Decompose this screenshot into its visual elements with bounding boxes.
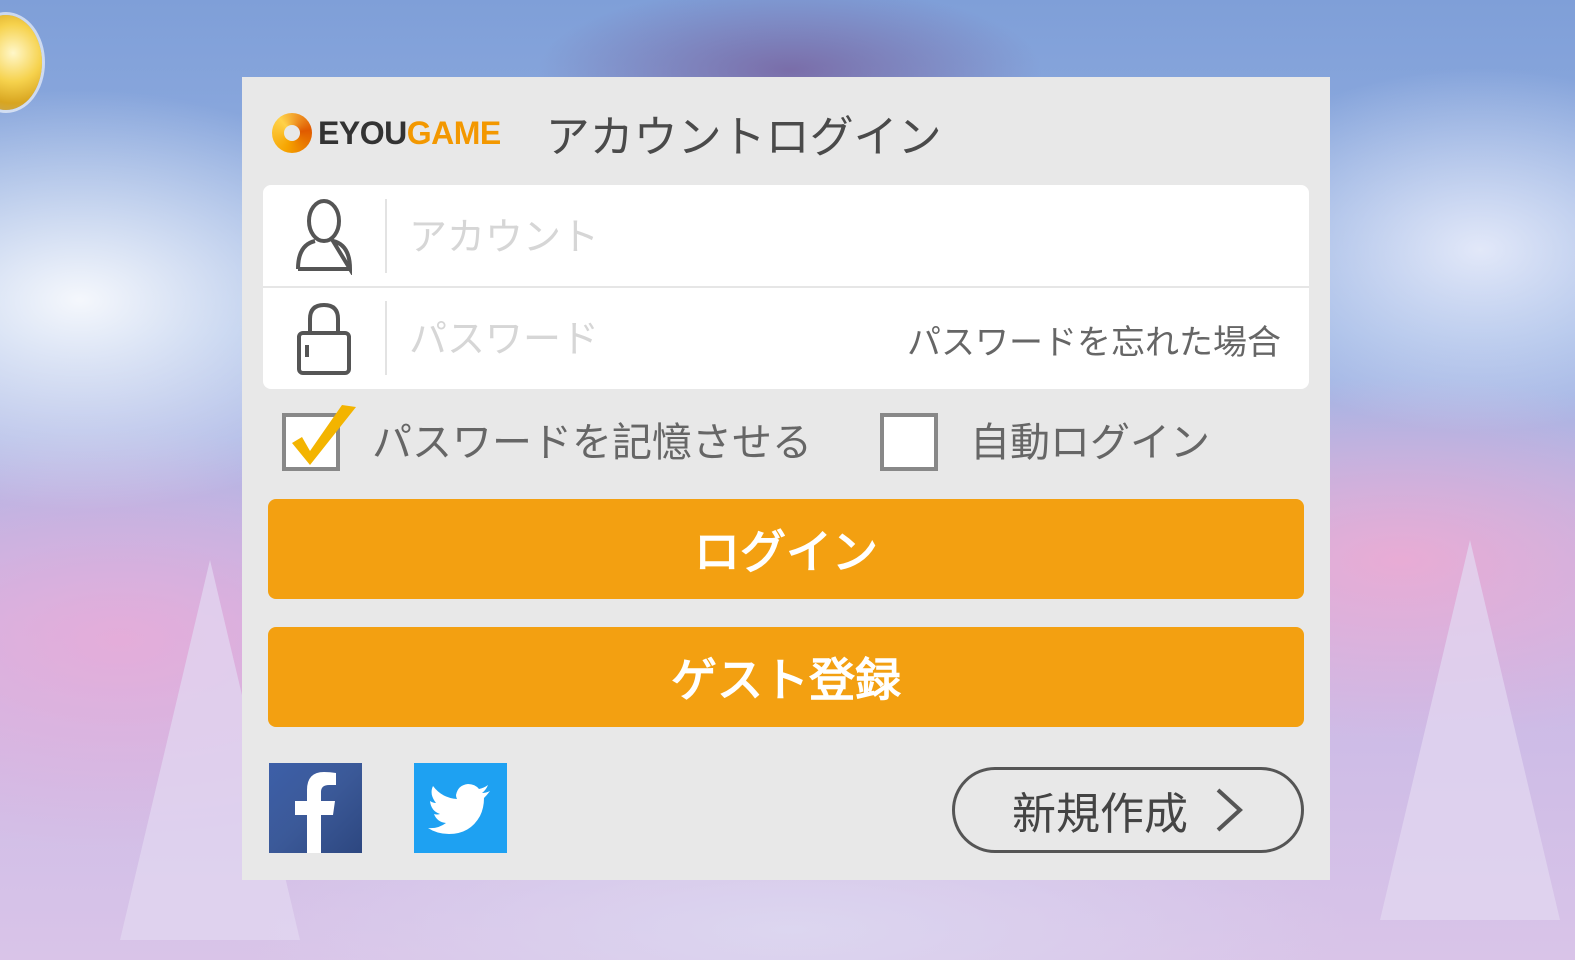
background-tree-right [1380, 540, 1560, 920]
forgot-password-link[interactable]: パスワードを忘れた場合 [907, 315, 1281, 364]
dialog-title: アカウントログイン [545, 112, 942, 163]
user-icon [296, 199, 353, 275]
brand-mark-icon [272, 113, 312, 153]
password-row: パスワードを忘れた場合 [263, 287, 1309, 388]
login-dialog: EYOUGAME アカウントログイン パスワードを忘れた場合 [242, 77, 1330, 880]
auto-login-label[interactable]: 自動ログイン [970, 410, 1210, 468]
guest-register-button[interactable]: ゲスト登録 [268, 627, 1304, 727]
account-input[interactable] [407, 205, 891, 269]
auto-login-checkbox[interactable] [880, 413, 938, 471]
account-row [263, 185, 1309, 288]
credentials-box: パスワードを忘れた場合 [263, 185, 1309, 389]
dialog-header: EYOUGAME アカウントログイン [272, 107, 942, 163]
password-input[interactable] [407, 307, 891, 371]
remember-password-checkbox[interactable] [282, 405, 356, 471]
twitter-icon [428, 784, 490, 834]
input-divider [385, 199, 387, 273]
login-button[interactable]: ログイン [268, 499, 1304, 599]
login-options: パスワードを記憶させる 自動ログイン [282, 405, 1282, 475]
create-account-label: 新規作成 [1012, 789, 1188, 840]
lock-icon [297, 302, 351, 375]
create-account-button[interactable]: 新規作成 [952, 767, 1304, 853]
checkmark-icon [292, 405, 356, 465]
brand-logo: EYOUGAME [272, 113, 501, 153]
chevron-right-icon [1216, 788, 1243, 832]
brand-name-part2: GAME [406, 114, 502, 151]
twitter-login-button[interactable] [414, 763, 507, 853]
brand-name-part1: EYOU [318, 114, 407, 151]
remember-password-label[interactable]: パスワードを記憶させる [372, 410, 812, 468]
corner-logo-icon[interactable] [0, 15, 42, 110]
facebook-login-button[interactable] [269, 763, 362, 853]
facebook-icon [295, 772, 336, 853]
input-divider [385, 301, 387, 375]
